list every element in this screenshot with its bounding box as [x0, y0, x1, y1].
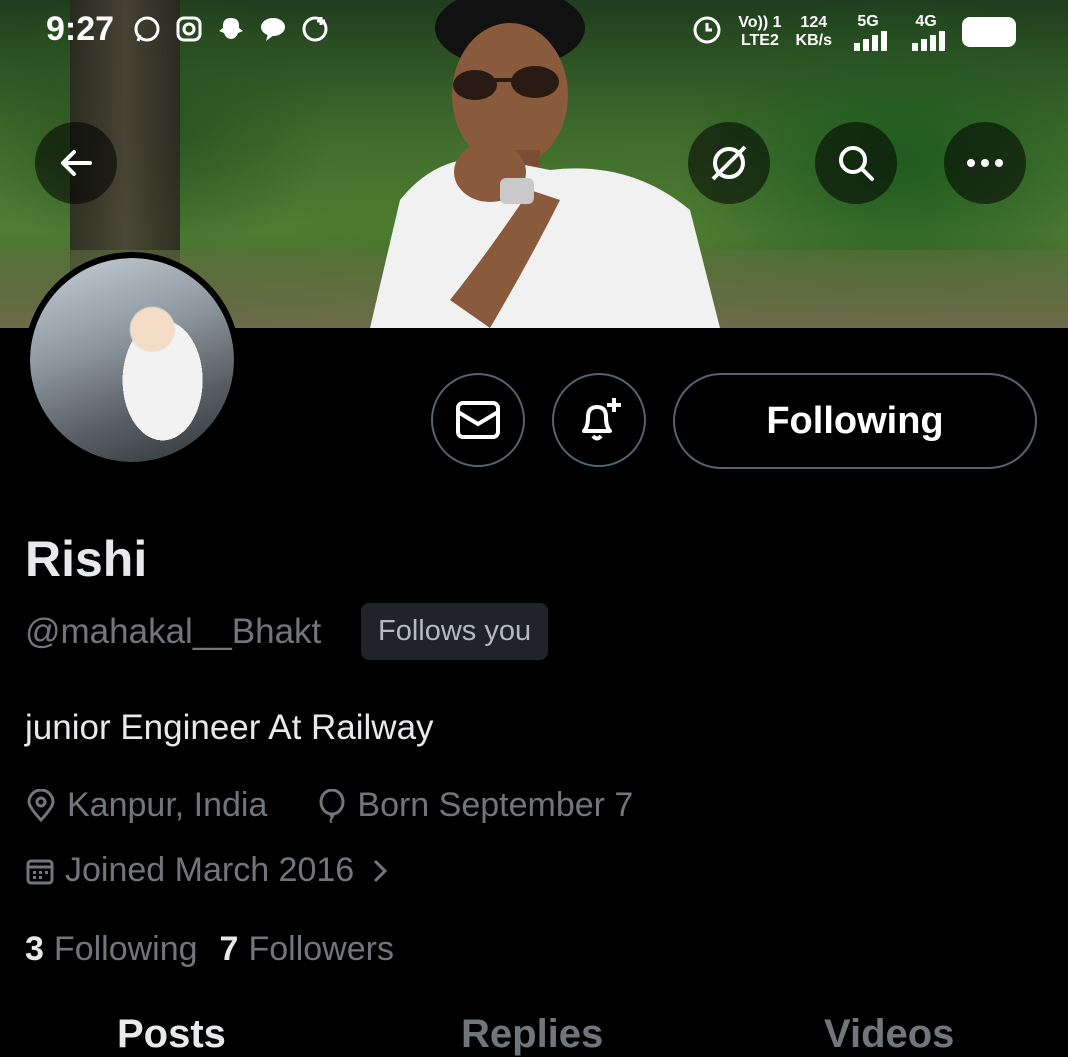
signal-sim1: 5G	[846, 13, 890, 51]
speed-value: 124	[800, 13, 828, 31]
following-label: Following	[53, 930, 198, 968]
more-button[interactable]	[944, 122, 1026, 204]
notify-button[interactable]	[552, 373, 646, 467]
profile-handle: @mahakal__Bhakt	[25, 612, 322, 651]
speed-unit: KB/s	[795, 31, 832, 49]
profile-tabs: Posts Replies Videos	[0, 1012, 1068, 1056]
volte-indicator: Vo)) 1 LTE2	[738, 14, 781, 50]
chat-bubble-icon	[258, 14, 288, 44]
snapchat-icon	[216, 14, 246, 44]
chevron-right-icon	[370, 857, 390, 885]
signal-bars-icon	[912, 30, 945, 51]
avatar-photo	[30, 258, 234, 462]
back-button[interactable]	[35, 122, 117, 204]
following-button[interactable]: Following	[673, 373, 1037, 469]
battery-icon	[962, 16, 1016, 47]
grok-icon	[711, 145, 747, 181]
status-right-group: Vo)) 1 LTE2 124 KB/s 5G 4G	[690, 12, 1016, 51]
followers-count-link[interactable]: 7 Followers	[220, 930, 394, 969]
followers-count: 7	[219, 930, 239, 968]
whatsapp-business-icon	[300, 14, 330, 44]
message-button[interactable]	[431, 373, 525, 467]
profile-joined: Joined March 2016	[65, 851, 355, 889]
profile-name: Rishi	[25, 531, 148, 587]
profile-location: Kanpur, India	[67, 786, 268, 824]
tab-replies[interactable]: Replies	[461, 1012, 603, 1057]
network-speed: 124 KB/s	[796, 14, 832, 50]
search-icon	[839, 146, 874, 181]
sim2-label: 4G	[915, 12, 937, 30]
tab-videos[interactable]: Videos	[824, 1012, 954, 1057]
arrow-left-icon	[61, 150, 92, 176]
balloon-icon	[317, 788, 347, 823]
instagram-icon	[174, 14, 204, 44]
following-count-link[interactable]: 3 Following	[25, 930, 198, 969]
status-time: 9:27	[46, 10, 115, 48]
tab-posts[interactable]: Posts	[117, 1012, 226, 1057]
lte-label: LTE2	[740, 31, 779, 49]
status-bar: 9:27 Vo)) 1 LTE2 124 KB/s 5G 4G	[0, 0, 1068, 64]
avatar[interactable]	[24, 252, 240, 468]
volte-label: Vo)) 1	[738, 13, 782, 31]
notification-icons	[132, 14, 330, 44]
signal-sim2: 4G	[904, 13, 948, 51]
following-count: 3	[25, 930, 44, 968]
sim1-label: 5G	[857, 12, 879, 30]
follows-you-badge: Follows you	[361, 603, 549, 660]
whatsapp-icon	[132, 14, 162, 44]
grok-button[interactable]	[688, 122, 770, 204]
more-icon	[967, 159, 1003, 167]
followers-label: Followers	[248, 930, 394, 968]
bell-plus-icon	[582, 398, 621, 441]
search-button[interactable]	[815, 122, 897, 204]
calendar-icon	[25, 856, 55, 886]
profile-birthday: Born September 7	[357, 786, 634, 824]
signal-bars-icon	[854, 30, 887, 51]
profile-bio: junior Engineer At Railway	[25, 708, 434, 747]
follow-counts: 3 Following 7 Followers	[25, 930, 394, 969]
alarm-icon	[690, 12, 724, 51]
profile-meta-row: Kanpur, India Born September 7	[25, 786, 633, 825]
profile-joined-row[interactable]: Joined March 2016	[25, 851, 400, 890]
location-pin-icon	[25, 788, 57, 823]
envelope-icon	[456, 401, 500, 439]
